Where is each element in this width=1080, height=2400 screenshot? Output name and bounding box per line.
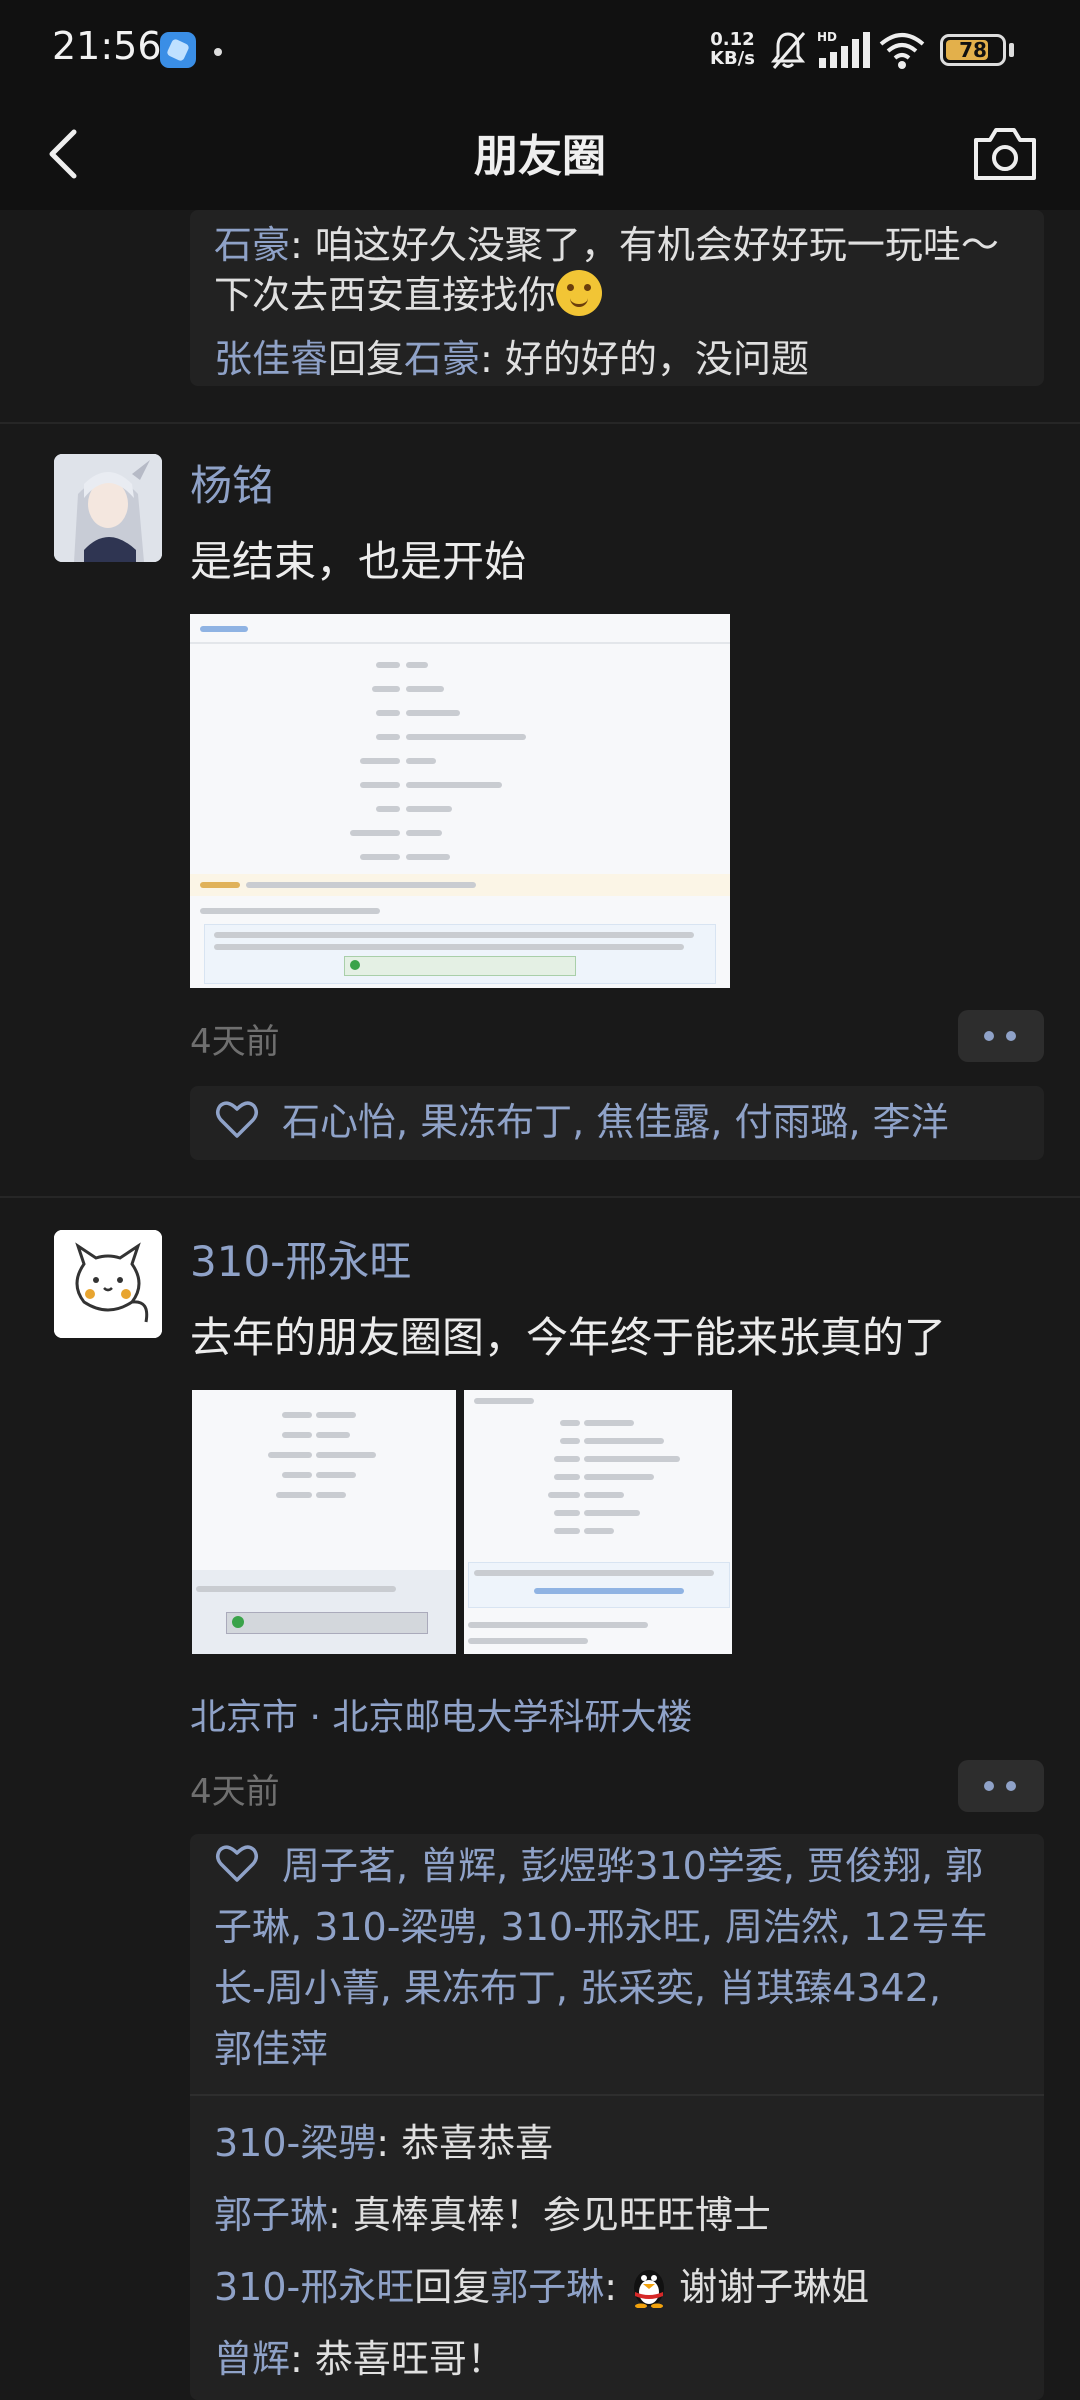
status-time: 21:56 [52,24,162,68]
comment-text: 真棒真棒！参见旺旺博士 [352,2193,771,2237]
more-dots-icon [984,1781,994,1791]
comment-author[interactable]: 张佳睿 [214,337,328,381]
avatar[interactable] [54,454,162,562]
post-divider [0,1196,1080,1198]
comment-author[interactable]: 曾辉 [214,2337,290,2381]
network-speed: 0.12 KB/s [710,29,755,69]
comment-text: 好的好的，没问题 [504,337,809,381]
status-bar: 21:56 0.12 KB/s HD 78 [0,0,1080,100]
likes-line: 周子茗, 曾辉, 彭煜骅310学委, 贾俊翔, 郭 [214,1836,1020,1897]
comment-text: 恭喜恭喜 [401,2121,554,2165]
comment-item[interactable]: 张佳睿回复石豪: 好的好的，没问题 [214,328,1020,383]
post-text: 是结束，也是开始 [190,537,527,586]
likes-comments-divider [190,2094,1044,2096]
page-title: 朋友圈 [474,131,606,182]
reply-target[interactable]: 石豪 [404,337,480,381]
location-link[interactable]: 北京市 · 北京邮电大学科研大楼 [190,1688,692,1740]
post-divider [0,422,1080,424]
cat-avatar-image [54,1230,162,1338]
post-image[interactable] [190,614,730,988]
comment-author[interactable]: 石豪 [214,223,290,267]
poster-name[interactable]: 310-邢永旺 [190,1228,411,1289]
comment-item[interactable]: 曾辉: 恭喜旺哥！ [214,2328,1020,2383]
comment-author[interactable]: 郭子琳 [214,2193,328,2237]
notification-dot [214,48,222,56]
battery-nub [1009,43,1014,57]
comment-author[interactable]: 310-邢永旺 [214,2265,414,2309]
camera-button[interactable] [968,118,1042,190]
anime-girl-avatar-image [54,454,162,562]
more-dots-icon [984,1031,994,1041]
qq-penguin-emoji-icon [634,2270,665,2308]
post-image-1[interactable] [192,1390,456,1654]
post-time: 4天前 [190,1022,280,1062]
likes-line: 子琳, 310-梁骋, 310-邢永旺, 周浩然, 12号车 [214,1905,988,1949]
reply-target[interactable]: 郭子琳 [490,2265,604,2309]
wifi-icon [879,33,925,69]
notification-app-icon [160,32,196,68]
mute-bell-icon [770,32,806,69]
more-actions-button[interactable] [958,1760,1044,1812]
comment-text: 下次去西安直接找你 [214,273,557,317]
likes-box: 石心怡, 果冻布丁, 焦佳露, 付雨璐, 李洋 [190,1086,1044,1160]
avatar[interactable] [54,1230,162,1338]
heart-icon [216,1101,258,1138]
post-text: 去年的朋友圈图，今年终于能来张真的了 [190,1313,947,1362]
post-time: 4天前 [190,1772,280,1812]
more-actions-button[interactable] [958,1010,1044,1062]
svg-text:HD: HD [817,30,837,44]
cell-signal-icon: HD [817,30,870,68]
comment-item[interactable]: 郭子琳: 真棒真棒！参见旺旺博士 [214,2184,1020,2239]
likes-list[interactable]: 石心怡, 果冻布丁, 焦佳露, 付雨璐, 李洋 [214,1092,1020,1153]
comment-item-continued: 下次去西安直接找你 [214,264,1020,319]
comment-author[interactable]: 310-梁骋 [214,2121,376,2165]
battery-indicator: 78 [940,34,1006,66]
battery-percent: 78 [959,38,987,62]
likes-comments-box: 周子茗, 曾辉, 彭煜骅310学委, 贾俊翔, 郭 子琳, 310-梁骋, 31… [190,1834,1044,2400]
likes-line: 郭佳萍 [214,2027,329,2071]
comment-item[interactable]: 310-邢永旺回复郭子琳: 谢谢子琳姐 [214,2256,1020,2311]
camera-icon [974,128,1036,180]
comment-item[interactable]: 石豪: 咱这好久没聚了，有机会好好玩一玩哇～ [214,214,1020,269]
likes-line: 长-周小菁, 果冻布丁, 张采奕, 肖琪臻4342, [214,1966,941,2010]
comment-text: 谢谢子琳姐 [679,2265,870,2309]
comment-item[interactable]: 310-梁骋: 恭喜恭喜 [214,2112,1020,2167]
post-image-2[interactable] [464,1390,732,1654]
moments-feed[interactable]: 石豪: 咱这好久没聚了，有机会好好玩一玩哇～ 下次去西安直接找你 张佳睿回复石豪… [0,210,1080,2400]
comment-text: 咱这好久没聚了，有机会好好玩一玩哇～ [314,223,999,267]
nav-bar: 朋友圈 [0,100,1080,210]
poster-name[interactable]: 杨铭 [190,452,274,513]
heart-icon [216,1845,258,1882]
thinking-emoji-icon [556,270,603,316]
comment-text: 恭喜旺哥！ [314,2337,505,2381]
comment-box-previous: 石豪: 咱这好久没聚了，有机会好好玩一玩哇～ 下次去西安直接找你 张佳睿回复石豪… [190,210,1044,386]
